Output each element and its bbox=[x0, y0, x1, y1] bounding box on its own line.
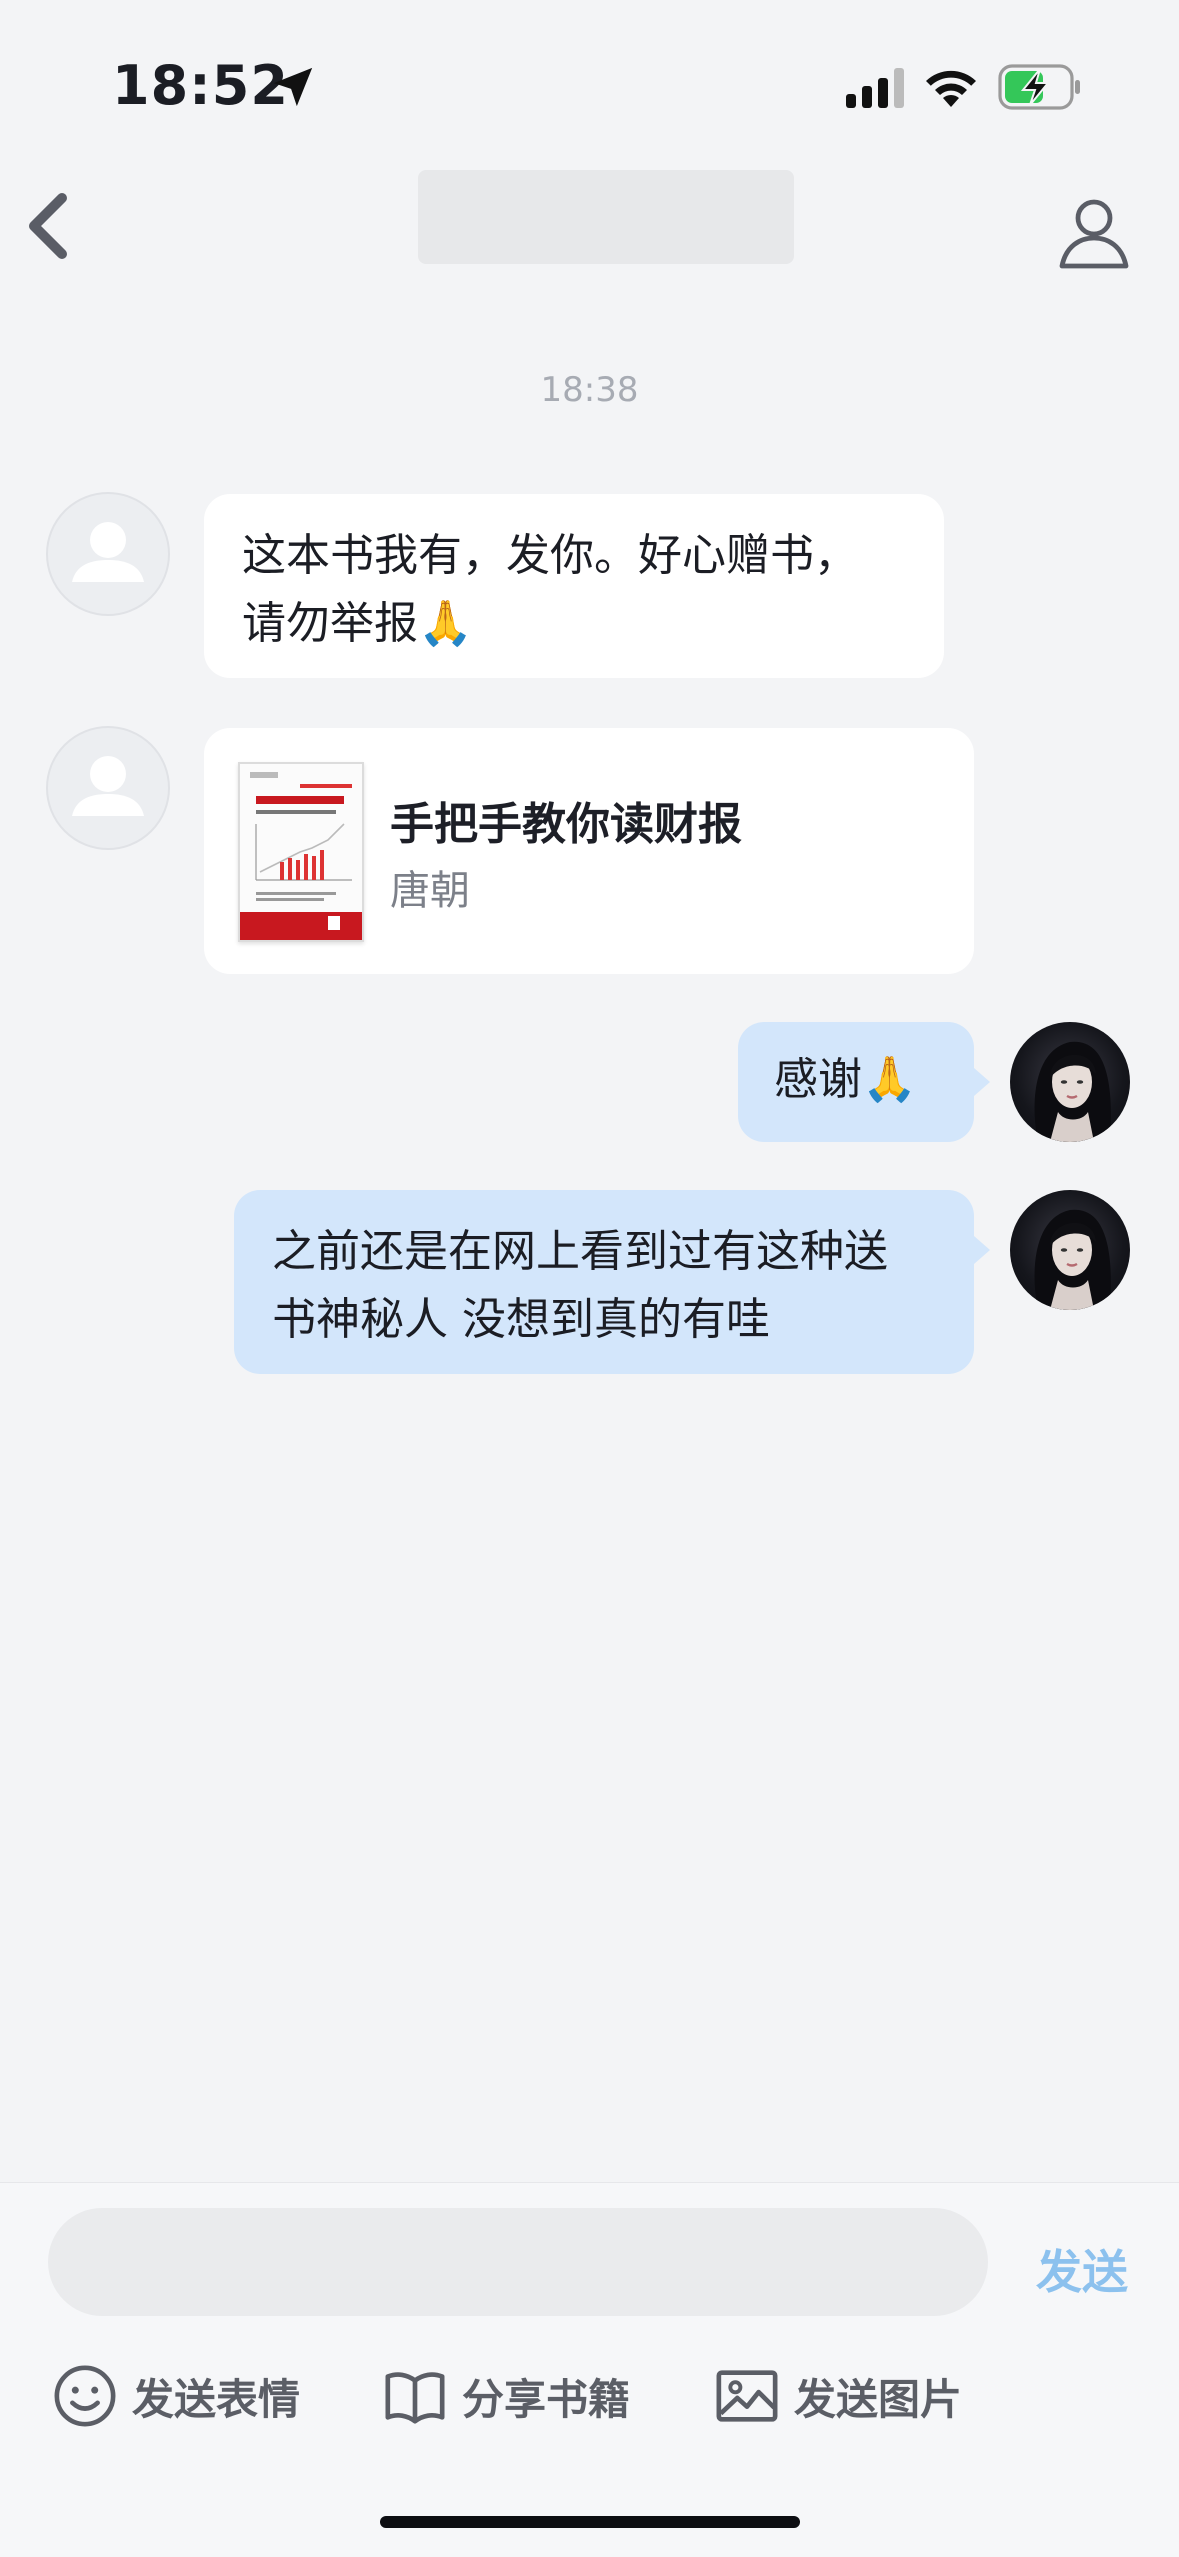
book-cover-image bbox=[238, 762, 364, 942]
wifi-icon bbox=[926, 70, 976, 107]
message-text: 感谢🙏 bbox=[774, 1054, 917, 1105]
my-avatar[interactable] bbox=[1010, 1022, 1130, 1142]
signal-icon bbox=[846, 68, 904, 108]
send-button[interactable]: 发送 bbox=[1036, 2236, 1128, 2302]
message-bubble-outgoing[interactable]: 感谢🙏 bbox=[738, 1022, 974, 1142]
sender-avatar[interactable] bbox=[46, 492, 170, 616]
emoji-icon bbox=[54, 2365, 116, 2427]
home-indicator bbox=[380, 2516, 800, 2528]
image-icon bbox=[716, 2370, 778, 2422]
back-icon[interactable] bbox=[22, 190, 74, 262]
chat-timestamp: 18:38 bbox=[540, 370, 639, 410]
message-text-line: 书神秘人 没想到真的有哇 bbox=[272, 1294, 770, 1345]
send-emoji-label: 发送表情 bbox=[132, 2374, 301, 2424]
book-icon bbox=[385, 2372, 445, 2424]
book-author: 唐朝 bbox=[390, 868, 470, 914]
message-bubble-incoming[interactable]: 这本书我有，发你。好心赠书， 请勿举报🙏 bbox=[204, 494, 944, 678]
message-text-line: 请勿举报🙏 bbox=[242, 598, 473, 649]
send-emoji-button[interactable]: 发送表情 bbox=[52, 2360, 300, 2432]
send-image-button[interactable]: 发送图片 bbox=[714, 2360, 962, 2432]
bubble-tail bbox=[974, 1236, 990, 1264]
bubble-tail bbox=[974, 1068, 990, 1096]
message-input[interactable] bbox=[48, 2208, 988, 2316]
share-book-label: 分享书籍 bbox=[462, 2374, 631, 2424]
my-avatar[interactable] bbox=[1010, 1190, 1130, 1310]
portrait-photo bbox=[1034, 1041, 1111, 1142]
message-text-line: 这本书我有，发你。好心赠书， bbox=[242, 530, 858, 581]
sender-avatar[interactable] bbox=[46, 726, 170, 850]
share-book-button[interactable]: 分享书籍 bbox=[382, 2360, 630, 2432]
send-image-label: 发送图片 bbox=[794, 2374, 963, 2424]
message-text-line: 之前还是在网上看到过有这种送 bbox=[272, 1226, 888, 1277]
battery-charging-icon bbox=[998, 64, 1080, 110]
status-time: 18:52 bbox=[112, 54, 289, 117]
default-avatar-icon bbox=[72, 756, 144, 816]
book-title: 手把手教你读财报 bbox=[390, 799, 742, 850]
chat-title-placeholder bbox=[418, 170, 794, 264]
portrait-photo bbox=[1034, 1209, 1111, 1310]
default-avatar-icon bbox=[72, 522, 144, 582]
profile-icon[interactable] bbox=[1056, 194, 1132, 270]
location-arrow-icon bbox=[273, 67, 313, 107]
book-cover-art bbox=[240, 764, 362, 940]
message-bubble-outgoing[interactable]: 之前还是在网上看到过有这种送 书神秘人 没想到真的有哇 bbox=[234, 1190, 974, 1374]
